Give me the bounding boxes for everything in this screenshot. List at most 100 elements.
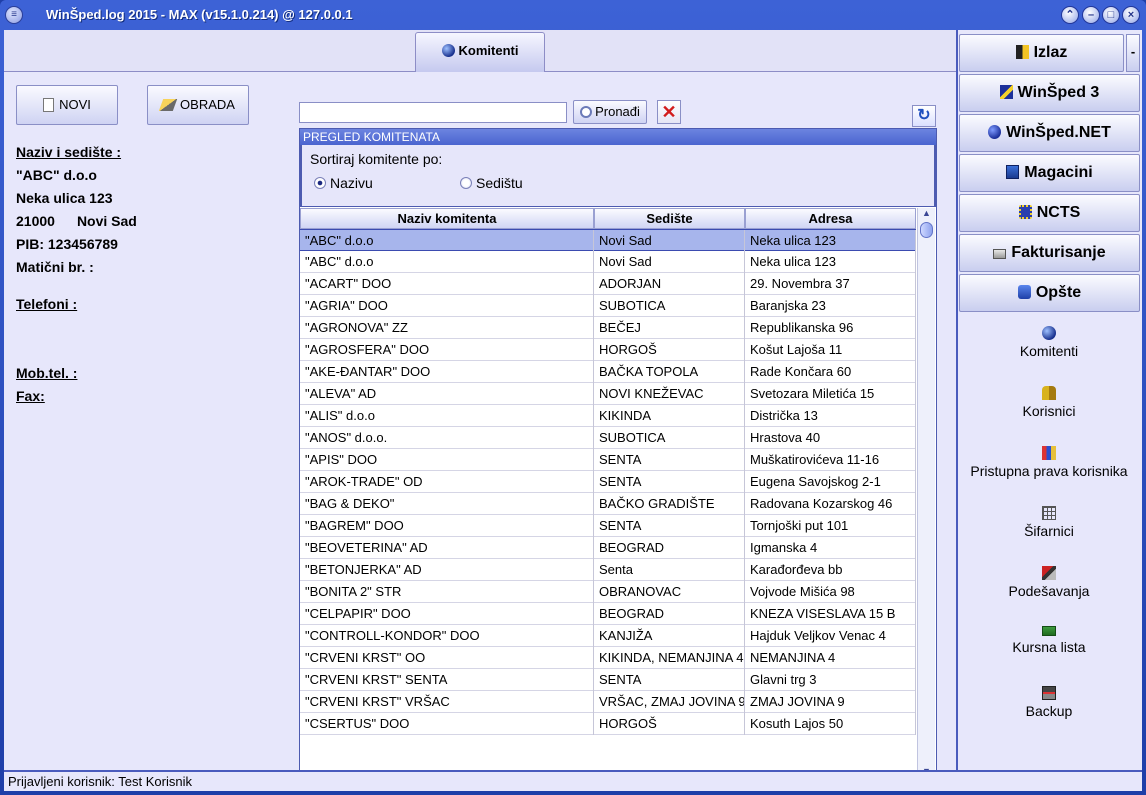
cell-sediste: KIKINDA — [594, 405, 745, 427]
cell-sediste: KIKINDA, NEMANJINA 4 — [594, 647, 745, 669]
search-input[interactable] — [299, 102, 567, 123]
cell-adresa: Radovana Kozarskog 46 — [745, 493, 916, 515]
system-menu-icon[interactable]: ≡ — [5, 6, 23, 24]
naziv-heading: Naziv i sedište : — [16, 144, 122, 160]
table-row[interactable]: "BONITA 2" STR OBRANOVAC Vojvode Mišića 98 — [300, 581, 916, 603]
table-row[interactable]: "BAGREM" DOO SENTA Tornjoški put 101 — [300, 515, 916, 537]
module-label: Izlaz — [1033, 44, 1068, 61]
cell-naziv: "ACART" DOO — [300, 273, 594, 295]
cell-adresa: Neka ulica 123 — [745, 230, 916, 252]
cell-naziv: "AKE-ĐANTAR" DOO — [300, 361, 594, 383]
collapse-button[interactable]: - — [1126, 34, 1140, 72]
nav-item-podesavanja[interactable]: Podešavanja — [958, 566, 1140, 599]
cell-sediste: KANJIŽA — [594, 625, 745, 647]
cell-adresa: Karađorđeva bb — [745, 559, 916, 581]
cell-sediste: Novi Sad — [594, 251, 745, 273]
clear-search-button[interactable]: ✕ — [657, 100, 681, 124]
cell-naziv: "CRVENI KRST" OO — [300, 647, 594, 669]
table-row[interactable]: "AGRONOVA" ZZ BEČEJ Republikanska 96 — [300, 317, 916, 339]
table-row[interactable]: "BAG & DEKO" BAČKO GRADIŠTE Radovana Kozar… — [300, 493, 916, 515]
nav-item-backup[interactable]: Backup — [958, 686, 1140, 719]
winsped-icon — [999, 85, 1013, 99]
module-label: Opšte — [1035, 284, 1082, 301]
title-bar[interactable]: ≡ WinŠped.log 2015 - MAX (v15.1.0.214) @… — [0, 0, 1146, 30]
cell-sediste: SENTA — [594, 669, 745, 691]
cell-naziv: "AROK-TRADE" OD — [300, 471, 594, 493]
module-button-ncts[interactable]: NCTS — [959, 194, 1140, 232]
table-row[interactable]: "CRVENI KRST" OO KIKINDA, NEMANJINA 4 NEMA… — [300, 647, 916, 669]
cell-sediste: OBRANOVAC — [594, 581, 745, 603]
close-button[interactable]: × — [1122, 6, 1140, 24]
nav-item-pristupna-prava[interactable]: Pristupna prava korisnika — [958, 446, 1140, 479]
scroll-thumb[interactable] — [920, 222, 933, 238]
rollup-button[interactable]: ⌃ — [1061, 6, 1079, 24]
module-button-fakturisanje[interactable]: Fakturisanje — [959, 234, 1140, 272]
table-row[interactable]: "ABC" d.o.o Novi Sad Neka ulica 123 — [300, 229, 916, 252]
maximize-button[interactable]: □ — [1102, 6, 1120, 24]
module-button-magacini[interactable]: Magacini — [959, 154, 1140, 192]
cell-sediste: SENTA — [594, 471, 745, 493]
novi-button[interactable]: NOVI — [16, 85, 118, 125]
cell-sediste: Novi Sad — [594, 230, 745, 252]
table-row[interactable]: "ALEVA" AD NOVI KNEŽEVAC Svetozara Miletić… — [300, 383, 916, 405]
vertical-scrollbar[interactable]: ▲ ▼ — [917, 208, 935, 780]
nav-item-sifarnici[interactable]: Šifarnici — [958, 506, 1140, 539]
postal-code: 21000 — [16, 213, 55, 229]
module-button-winsped-net[interactable]: WinŠped.NET — [959, 114, 1140, 152]
nav-item-kursna-lista[interactable]: Kursna lista — [958, 626, 1140, 655]
radio-unselected-icon — [460, 177, 472, 189]
table-row[interactable]: "CRVENI KRST" VRŠAC VRŠAC, ZMAJ JOVINA 9Z… — [300, 691, 916, 713]
table-row[interactable]: "BETONJERKA" AD Senta Karađorđeva bb — [300, 559, 916, 581]
nav-label: Pristupna prava korisnika — [970, 463, 1128, 479]
sort-option-label: Nazivu — [330, 175, 373, 191]
backup-icon — [1042, 686, 1056, 700]
table-row[interactable]: "ABC" d.o.o Novi Sad Neka ulica 123 — [300, 251, 916, 273]
table-row[interactable]: "ANOS" d.o.o. SUBOTICA Hrastova 40 — [300, 427, 916, 449]
module-button-opste[interactable]: Opšte — [959, 274, 1140, 312]
cell-naziv: "CELPAPIR" DOO — [300, 603, 594, 625]
grid-title: PREGLED KOMITENATA — [300, 129, 936, 145]
table-row[interactable]: "CRVENI KRST" SENTA SENTA Glavni trg 3 — [300, 669, 916, 691]
cell-adresa: 29. Novembra 37 — [745, 273, 916, 295]
tab-komitenti[interactable]: Komitenti — [415, 32, 545, 72]
table-row[interactable]: "APIS" DOO SENTA Muškatirovićeva 11-16 — [300, 449, 916, 471]
table-row[interactable]: "AGRIA" DOO SUBOTICA Baranjska 23 — [300, 295, 916, 317]
general-icon — [1017, 285, 1031, 299]
pronadji-button[interactable]: Pronađi — [573, 100, 647, 124]
table-row[interactable]: "CSERTUS" DOO HORGOŠ Kosuth Lajos 50 — [300, 713, 916, 735]
column-header-adresa[interactable]: Adresa — [745, 208, 916, 229]
table-row[interactable]: "AROK-TRADE" OD SENTA Eugena Savojskog 2-1 — [300, 471, 916, 493]
cell-adresa: Svetozara Miletića 15 — [745, 383, 916, 405]
cell-adresa: Neka ulica 123 — [745, 251, 916, 273]
column-header-sediste[interactable]: Sedište — [594, 208, 745, 229]
table-row[interactable]: "BEOVETERINA" AD BEOGRAD Igmanska 4 — [300, 537, 916, 559]
sort-radio-sedistu[interactable]: Sedištu — [460, 175, 523, 191]
cell-adresa: Republikanska 96 — [745, 317, 916, 339]
sort-radio-nazivu[interactable]: Nazivu — [314, 175, 373, 191]
nav-item-komitenti[interactable]: Komitenti — [958, 326, 1140, 359]
minimize-button[interactable]: – — [1082, 6, 1100, 24]
magnifier-icon — [580, 106, 593, 118]
module-button-winsped3[interactable]: WinŠped 3 — [959, 74, 1140, 112]
nav-label: Komitenti — [1019, 343, 1079, 359]
cell-sediste: SENTA — [594, 515, 745, 537]
nav-item-korisnici[interactable]: Korisnici — [958, 386, 1140, 419]
table-row[interactable]: "ACART" DOO ADORJAN 29. Novembra 37 — [300, 273, 916, 295]
module-button-izlaz[interactable]: Izlaz — [959, 34, 1124, 72]
pronadji-label: Pronađi — [595, 104, 640, 119]
cell-adresa: Kosuth Lajos 50 — [745, 713, 916, 735]
refresh-icon[interactable]: ↻ — [912, 105, 936, 127]
app-window: ≡ WinŠped.log 2015 - MAX (v15.1.0.214) @… — [0, 0, 1146, 795]
table-row[interactable]: "ALIS" d.o.o KIKINDA Distrička 13 — [300, 405, 916, 427]
cell-sediste: BAČKO GRADIŠTE — [594, 493, 745, 515]
table-row[interactable]: "CONTROLL-KONDOR" DOO KANJIŽA Hajduk Veljk… — [300, 625, 916, 647]
right-sidebar: Izlaz - WinŠped 3 WinŠped.NET Magacini N… — [956, 30, 1142, 770]
table-row[interactable]: "CELPAPIR" DOO BEOGRAD KNEZA VISESLAVA 15 … — [300, 603, 916, 625]
table-row[interactable]: "AKE-ĐANTAR" DOO BAČKA TOPOLA Rade Končara… — [300, 361, 916, 383]
obrada-button[interactable]: OBRADA — [147, 85, 249, 125]
eu-stars-icon — [1018, 205, 1032, 219]
scroll-up-arrow-icon[interactable]: ▲ — [918, 208, 935, 222]
column-header-naziv[interactable]: Naziv komitenta — [300, 208, 594, 229]
table-row[interactable]: "AGROSFERA" DOO HORGOŠ Košut Lajoša 11 — [300, 339, 916, 361]
cell-naziv: "AGRIA" DOO — [300, 295, 594, 317]
